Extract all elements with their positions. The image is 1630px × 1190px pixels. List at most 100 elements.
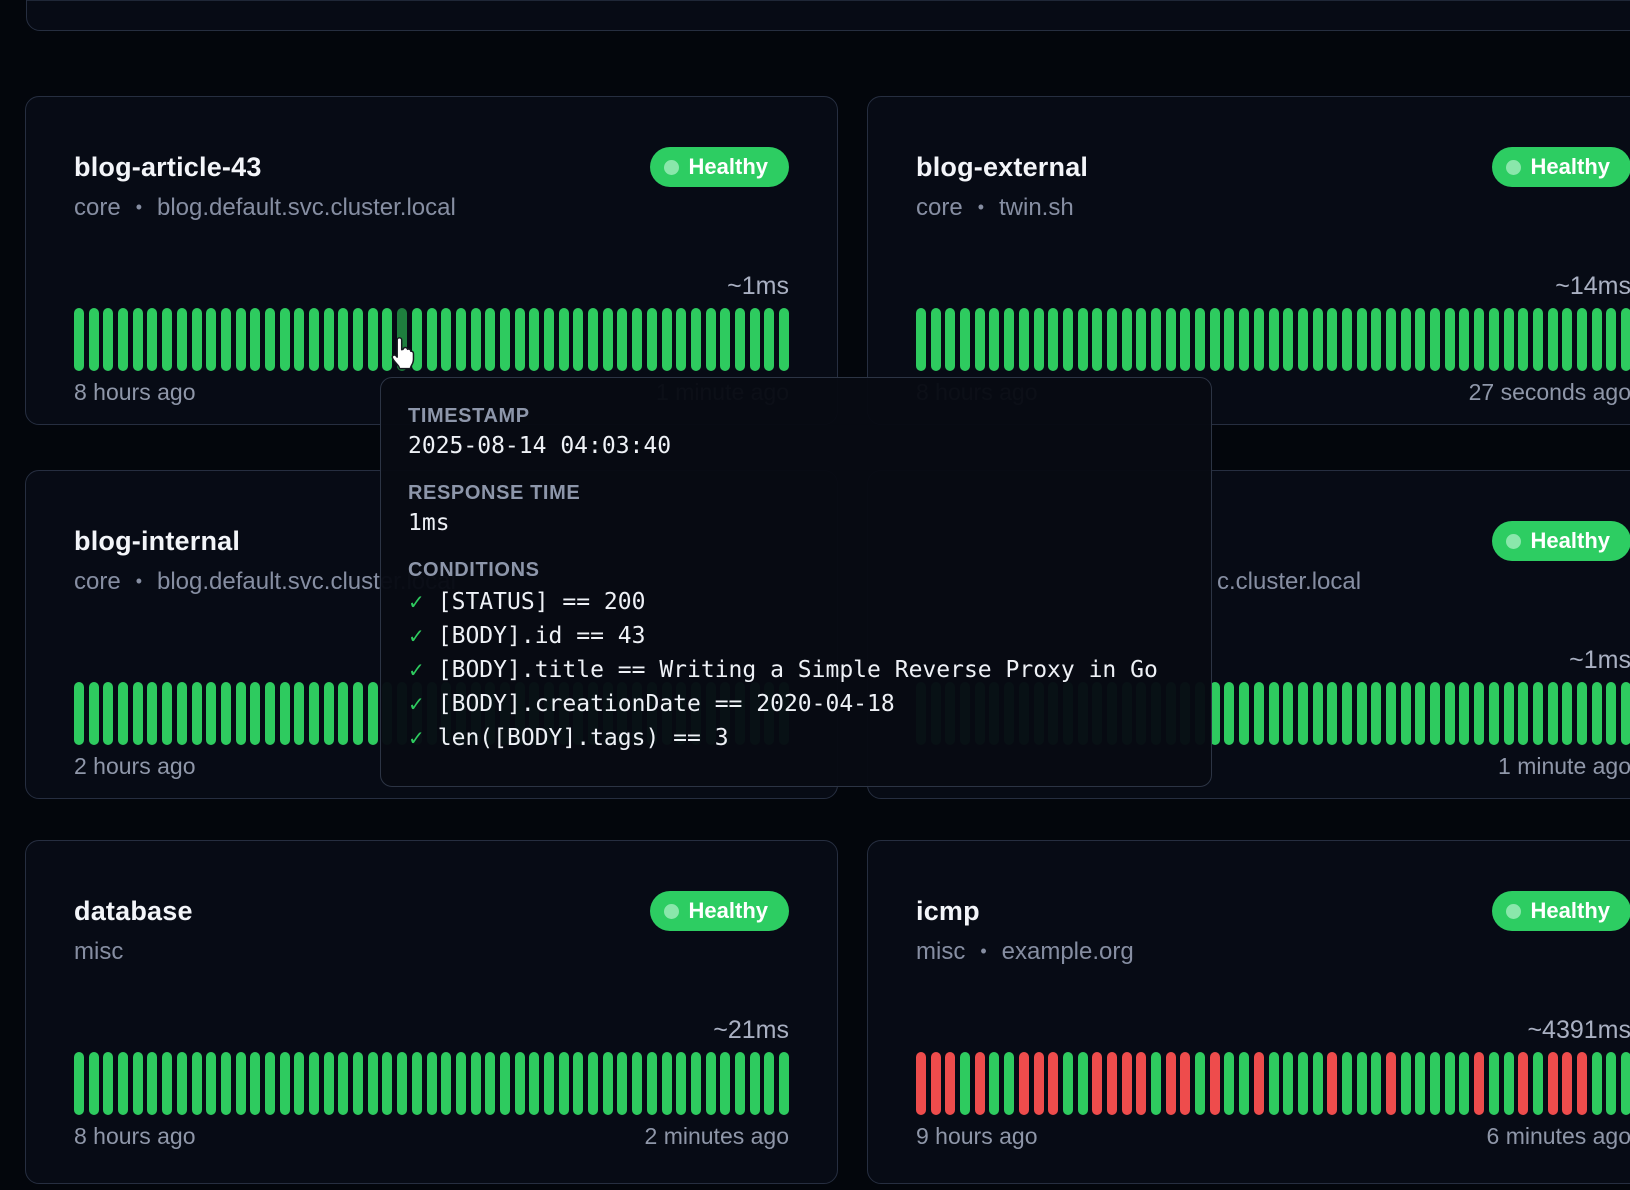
health-bar-success[interactable] [1371,308,1381,371]
health-bar-success[interactable] [74,682,84,745]
health-bar-success[interactable] [1606,1052,1616,1115]
health-bar-success[interactable] [162,1052,172,1115]
health-bar-success[interactable] [1592,682,1602,745]
health-bar-success[interactable] [1489,682,1499,745]
health-bar-failure[interactable] [1548,1052,1558,1115]
health-bar-success[interactable] [441,308,451,371]
health-bar-failure[interactable] [1034,1052,1044,1115]
status-badge[interactable]: Healthy [650,147,789,187]
health-bar-success[interactable] [397,1052,407,1115]
health-bar-failure[interactable] [1518,1052,1528,1115]
health-bar-success[interactable] [177,682,187,745]
health-bar-success[interactable] [1269,308,1279,371]
health-bar-success[interactable] [960,1052,970,1115]
health-bar-success[interactable] [1342,308,1352,371]
health-bar-success[interactable] [691,308,701,371]
health-bar-success[interactable] [945,308,955,371]
health-bar-success[interactable] [706,308,716,371]
health-bar-success[interactable] [1415,308,1425,371]
health-bar-success[interactable] [177,308,187,371]
health-bar-success[interactable] [647,308,657,371]
health-bar-success[interactable] [353,682,363,745]
health-bar-success[interactable] [206,308,216,371]
health-bar-success[interactable] [1239,1052,1249,1115]
health-bar-success[interactable] [975,308,985,371]
health-bar-success[interactable] [960,308,970,371]
health-bar-success[interactable] [250,682,260,745]
health-bar-success[interactable] [103,1052,113,1115]
health-bar-success[interactable] [456,1052,466,1115]
health-bar-success[interactable] [1606,308,1616,371]
health-bar-success[interactable] [559,308,569,371]
health-bar-success[interactable] [1239,308,1249,371]
health-bar-failure[interactable] [1122,1052,1132,1115]
health-bar-success[interactable] [353,1052,363,1115]
health-bar-success[interactable] [1019,308,1029,371]
health-bar-success[interactable] [1078,308,1088,371]
status-badge[interactable]: Healthy [1492,521,1630,561]
health-bar-success[interactable] [1459,682,1469,745]
health-bar-success[interactable] [617,1052,627,1115]
health-bar-success[interactable] [691,1052,701,1115]
health-bar-success[interactable] [147,308,157,371]
health-bar-success[interactable] [1224,1052,1234,1115]
health-bar-success[interactable] [1048,308,1058,371]
health-bar-success[interactable] [1269,682,1279,745]
health-bar-success[interactable] [676,308,686,371]
health-bar-success[interactable] [1533,308,1543,371]
health-bar-success[interactable] [338,1052,348,1115]
health-bar-success[interactable] [236,682,246,745]
health-bar-success[interactable] [1166,308,1176,371]
health-bar-success[interactable] [1548,682,1558,745]
health-bar-failure[interactable] [1048,1052,1058,1115]
health-bar-failure[interactable] [1327,1052,1337,1115]
health-bar-success[interactable] [280,1052,290,1115]
health-bar-success[interactable] [382,1052,392,1115]
health-bar-success[interactable] [764,1052,774,1115]
health-bar-success[interactable] [1342,682,1352,745]
health-bar-success[interactable] [1548,308,1558,371]
health-bar-success[interactable] [309,682,319,745]
health-bar-success[interactable] [309,1052,319,1115]
health-bar-success[interactable] [1459,1052,1469,1115]
health-bar-success[interactable] [1371,1052,1381,1115]
health-bar-success[interactable] [573,1052,583,1115]
health-bar-success[interactable] [1621,308,1630,371]
health-bar-success[interactable] [1357,1052,1367,1115]
health-bar-success[interactable] [1313,1052,1323,1115]
health-bar-success[interactable] [118,682,128,745]
health-bar-success[interactable] [1533,1052,1543,1115]
health-bar-success[interactable] [412,1052,422,1115]
health-bar-success[interactable] [250,1052,260,1115]
health-bar-success[interactable] [1283,308,1293,371]
health-bar-success[interactable] [456,308,466,371]
health-bar-success[interactable] [1195,308,1205,371]
health-bar-success[interactable] [662,1052,672,1115]
health-bar-success[interactable] [1533,682,1543,745]
health-bar-success[interactable] [118,308,128,371]
status-badge[interactable]: Healthy [650,891,789,931]
health-bar-success[interactable] [338,308,348,371]
health-bar-success[interactable] [916,308,926,371]
health-bar-success[interactable] [1577,682,1587,745]
health-bar-success[interactable] [1298,1052,1308,1115]
health-bar-failure[interactable] [1180,1052,1190,1115]
health-bar-success[interactable] [427,1052,437,1115]
health-bar-success[interactable] [280,682,290,745]
health-bar-success[interactable] [1327,682,1337,745]
health-bar-success[interactable] [544,1052,554,1115]
health-bar-success[interactable] [471,308,481,371]
health-bar-success[interactable] [221,308,231,371]
health-bar-success[interactable] [1063,1052,1073,1115]
health-bar-success[interactable] [1489,308,1499,371]
health-bar-success[interactable] [1459,308,1469,371]
health-bar-success[interactable] [1357,308,1367,371]
health-bar-success[interactable] [1313,682,1323,745]
health-bar-success[interactable] [1063,308,1073,371]
health-bar-success[interactable] [1504,1052,1514,1115]
health-bars[interactable] [74,1052,789,1115]
health-bar-success[interactable] [192,308,202,371]
health-bar-success[interactable] [133,308,143,371]
health-bar-success[interactable] [1371,682,1381,745]
health-bar-success[interactable] [1313,308,1323,371]
